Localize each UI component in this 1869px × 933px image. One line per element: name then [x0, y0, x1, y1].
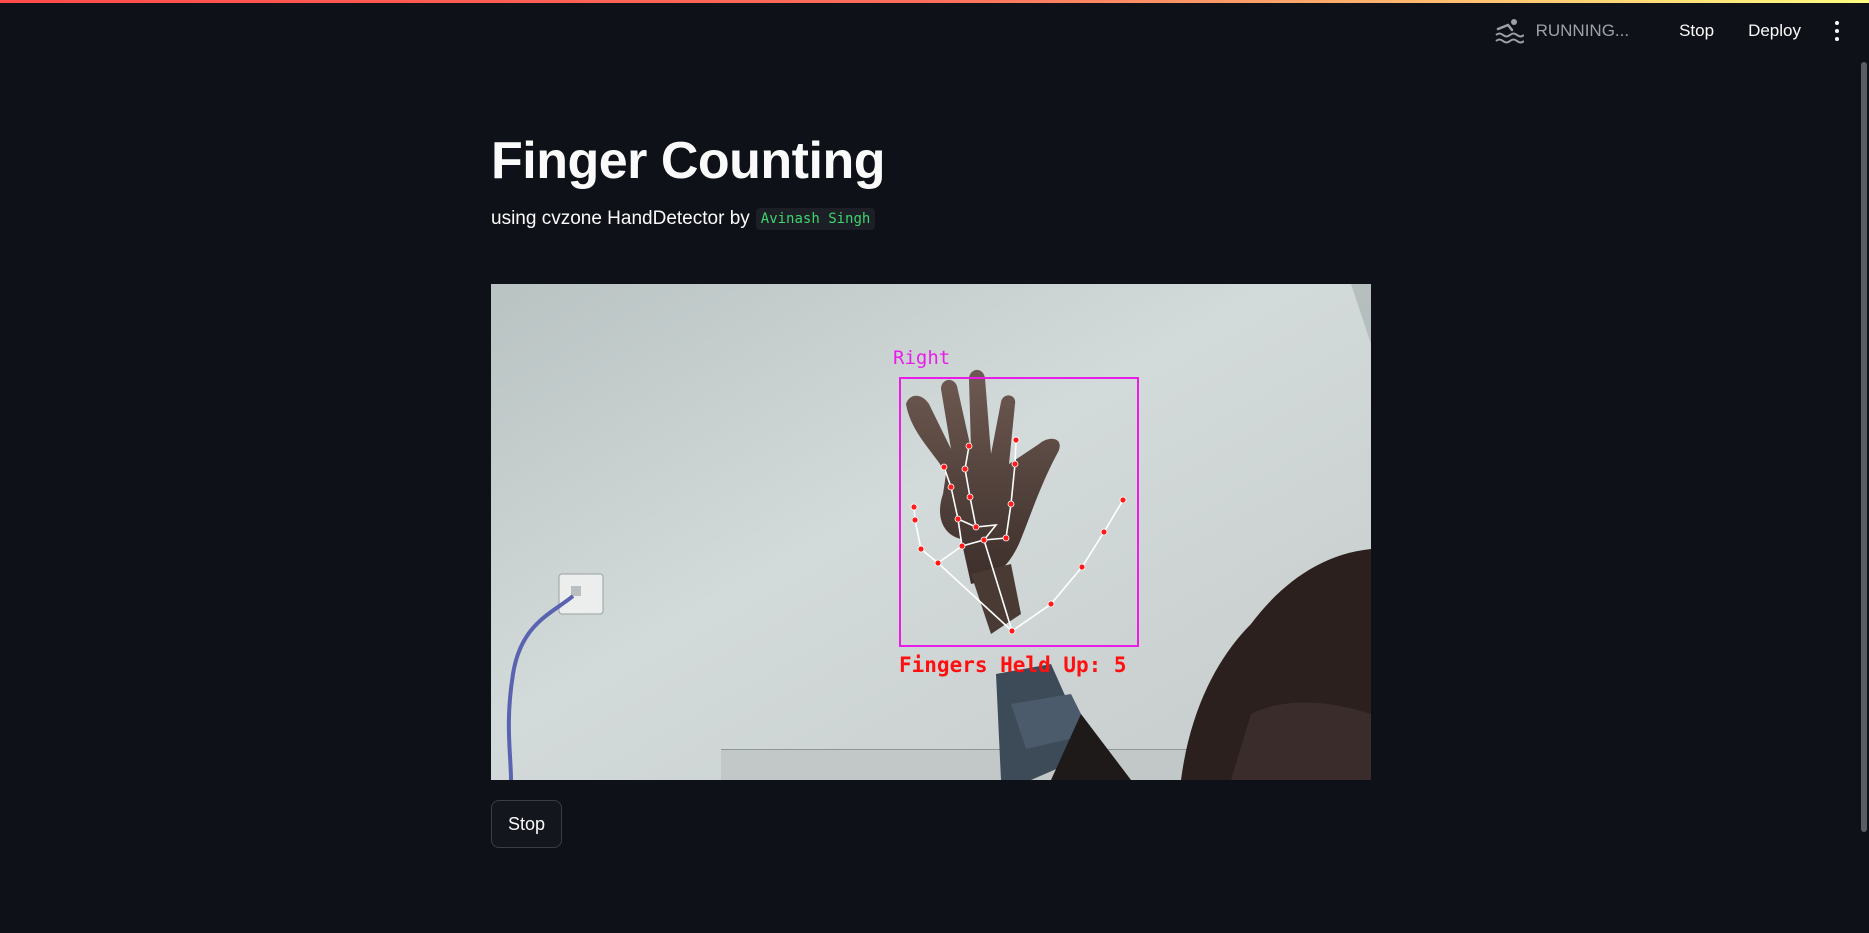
stop-button[interactable]: Stop	[491, 800, 563, 848]
webcam-frame: Right Fingers Held Up: 5	[491, 284, 1371, 780]
subtitle: using cvzone HandDetector by Avinash Sin…	[491, 208, 1371, 231]
subtitle-text: using cvzone HandDetector by	[491, 208, 750, 230]
finger-count-label: Fingers Held Up: 5	[899, 653, 1127, 677]
status-text: RUNNING...	[1535, 21, 1630, 40]
page-title: Finger Counting	[491, 132, 885, 190]
toolbar-stop-button[interactable]: Stop	[1669, 13, 1724, 49]
main-content: Finger Counting using cvzone HandDetecto…	[491, 130, 1371, 848]
app-toolbar: RUNNING... Stop Deploy	[1494, 3, 1869, 59]
swimmer-icon	[1494, 17, 1524, 45]
deploy-button[interactable]: Deploy	[1738, 13, 1811, 49]
author-name: Avinash Singh	[755, 208, 876, 231]
hand-side-label: Right	[893, 347, 950, 369]
running-status: RUNNING...	[1494, 17, 1630, 45]
kebab-menu-icon[interactable]	[1823, 13, 1851, 49]
scrollbar[interactable]	[1861, 62, 1867, 832]
